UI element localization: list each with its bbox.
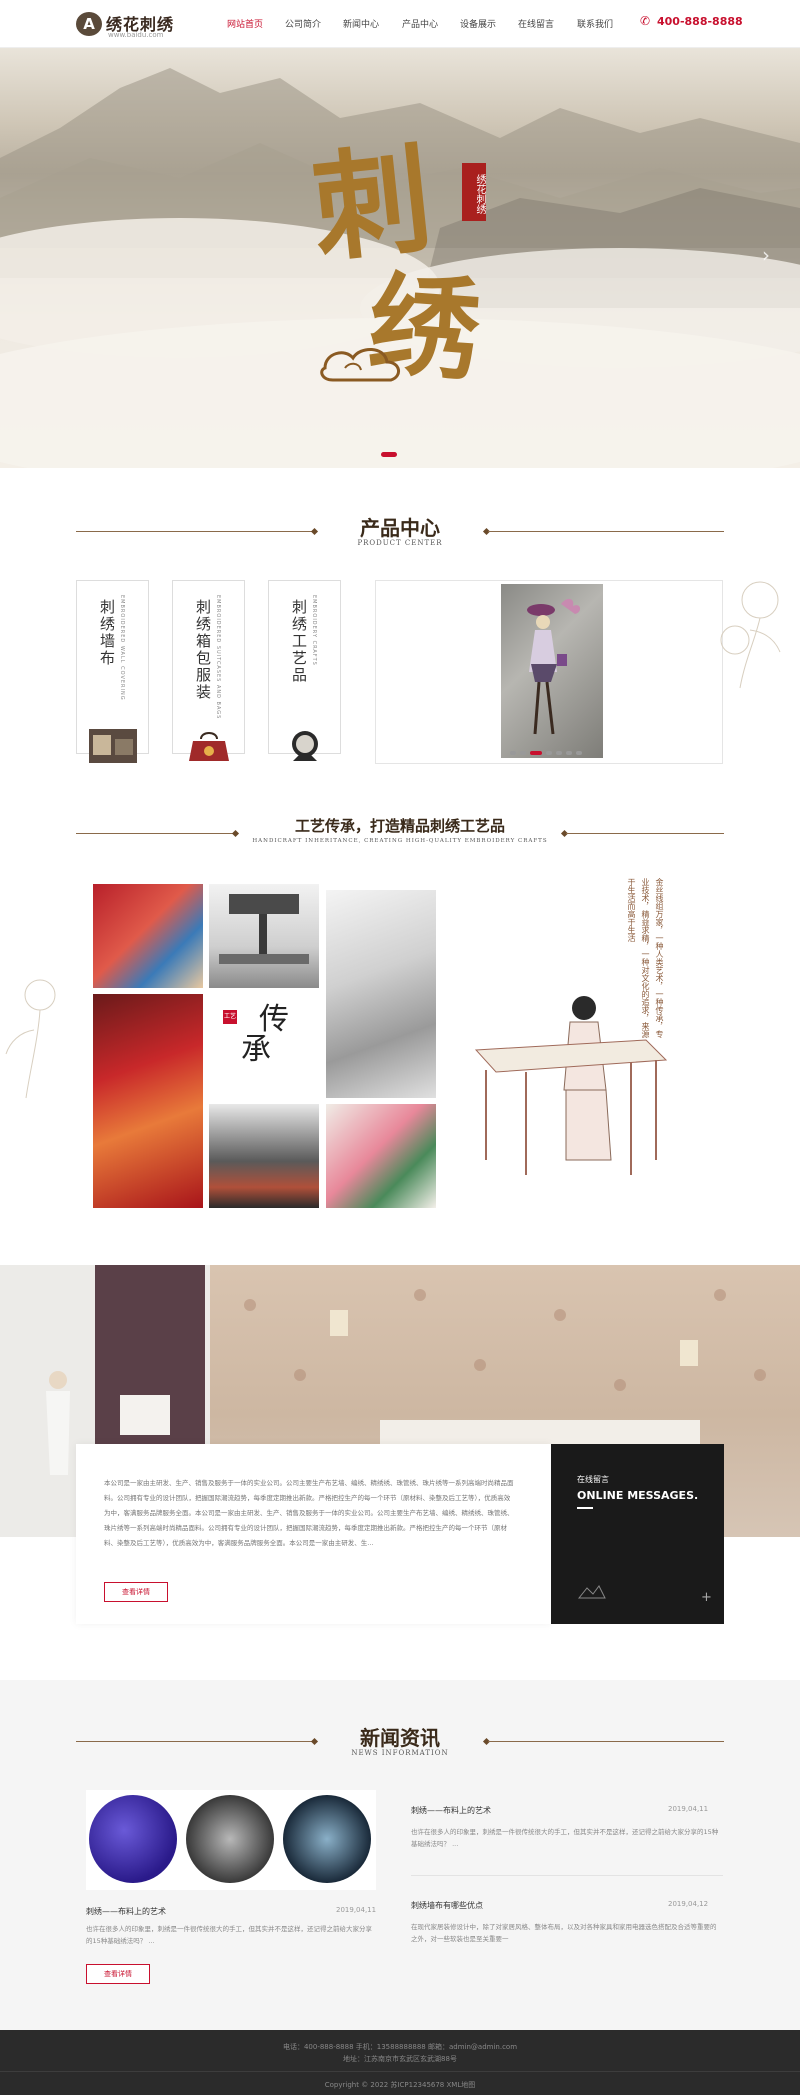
category-card-wall[interactable]: 刺绣墙布 EMBROIDERED WALL COVERING <box>76 580 149 763</box>
footer-contact: 电话：400-888-8888 手机：13588888888 邮箱：admin@… <box>282 2043 518 2051</box>
flower-sketch-decoration <box>720 581 781 689</box>
about-text: 本公司是一家由主研发、生产、销售及服务于一体的实业公司。公司主要生产布艺墙、编绣… <box>104 1479 514 1547</box>
news-embroidery-blue <box>89 1795 177 1883</box>
hero-banner: 刺 绣 绣花刺绣 › <box>0 48 800 468</box>
message-underline <box>577 1507 593 1509</box>
news-featured-date: 2019,04,11 <box>336 1906 377 1914</box>
news-item-date: 2019,04,11 <box>668 1805 709 1813</box>
news-details-button[interactable]: 查看详情 <box>86 1964 150 1984</box>
nav-news[interactable]: 新闻中心 <box>343 17 379 30</box>
nav-message[interactable]: 在线留言 <box>518 17 554 30</box>
nav-equipment[interactable]: 设备展示 <box>460 17 496 30</box>
inherit-seal: 工艺 <box>223 1010 237 1024</box>
site-header: A 绣花刺绣 www.baidu.com 网站首页 公司简介 新闻中心 产品中心… <box>0 0 800 48</box>
craft-photo-hands <box>93 884 203 988</box>
site-footer: 电话：400-888-8888 手机：13588888888 邮箱：admin@… <box>0 2030 800 2095</box>
craft-photo-equipment <box>326 890 436 1098</box>
news-item-title[interactable]: 刺绣——布料上的艺术 <box>411 1805 491 1816</box>
product-carousel[interactable] <box>375 580 723 764</box>
news-featured-title[interactable]: 刺绣——布料上的艺术 <box>86 1906 166 1917</box>
cloud-ornament-icon <box>320 348 400 382</box>
news-item-date: 2019,04,12 <box>668 1900 709 1908</box>
online-message-panel[interactable]: 在线留言 ONLINE MESSAGES. + <box>551 1444 724 1624</box>
logo-icon[interactable]: A <box>76 12 102 36</box>
section-title-news: 新闻资讯 <box>360 1726 440 1750</box>
carousel-dot[interactable] <box>566 751 572 755</box>
carousel-dot[interactable] <box>556 751 562 755</box>
phone-number: 400-888-8888 <box>657 15 743 28</box>
phone-icon: ✆ <box>640 14 651 28</box>
carousel-dot[interactable] <box>576 751 582 755</box>
category-card-bags[interactable]: 刺绣箱包服装 EMBROIDERED SUITCASES AND BAGS <box>172 580 245 761</box>
divider-diamond <box>310 527 319 536</box>
news-divider <box>411 1875 723 1876</box>
news-item-desc: 在现代家居装修设计中，除了对家居风格、整体布局，以及对各种家具和家用电器选色搭配… <box>411 1923 717 1943</box>
category-title: 刺绣工艺品 <box>290 599 308 684</box>
craft-side-text: 金丝线组万家，一种人类艺术，一种传承，专业技术，精益求精，一种对文化的追求，来源… <box>627 878 664 1038</box>
message-title: 在线留言 <box>577 1475 609 1484</box>
carousel-dot-active[interactable] <box>530 751 542 755</box>
category-title: 刺绣箱包服装 <box>194 599 212 701</box>
section-title-products: 产品中心 <box>360 516 440 540</box>
news-item-desc: 也许在很多人的印象里，刺绣是一件很传统很大的手工，但其实并不是这样，还记得之前给… <box>411 1828 719 1848</box>
divider-line <box>488 1741 724 1742</box>
divider-diamond <box>231 829 240 838</box>
craft-photo-machine <box>209 884 319 988</box>
product-image[interactable] <box>501 584 603 758</box>
craft-thumbnail-icon <box>292 731 318 761</box>
nav-products[interactable]: 产品中心 <box>402 17 438 30</box>
section-subtitle-craft: HANDICRAFT INHERITANCE, CREATING HIGH-QU… <box>252 838 548 844</box>
news-embroidery-gray <box>186 1795 274 1883</box>
section-subtitle-news: NEWS INFORMATION <box>351 1749 449 1757</box>
carousel-dot[interactable] <box>520 751 526 755</box>
divider-line <box>76 833 234 834</box>
wall-thumbnail-icon <box>89 729 137 763</box>
banner-seal: 绣花刺绣 <box>462 163 486 221</box>
news-embroidery-navy <box>283 1795 371 1883</box>
section-subtitle-products: PRODUCT CENTER <box>357 539 443 547</box>
footer-divider <box>0 2071 800 2072</box>
divider-line <box>76 1741 314 1742</box>
news-image[interactable] <box>86 1790 376 1890</box>
footer-copyright: Copyright © 2022 苏ICP12345678 XML地图 <box>324 2081 476 2089</box>
category-en: EMBROIDERED WALL COVERING <box>119 595 125 701</box>
inherit-char-2: 承 <box>241 1032 271 1067</box>
mountain-logo-icon <box>577 1585 606 1599</box>
about-details-button[interactable]: 查看详情 <box>104 1582 168 1602</box>
divider-line <box>76 531 314 532</box>
craft-photo-machines <box>209 1104 319 1208</box>
sewing-machine-icon <box>219 894 309 964</box>
logo-url: www.baidu.com <box>108 31 164 39</box>
category-en: EMBROIDERED SUITCASES AND BAGS <box>215 595 221 720</box>
bag-thumbnail-icon <box>189 732 229 761</box>
slider-dot-active[interactable] <box>381 452 397 457</box>
divider-line <box>566 833 724 834</box>
carousel-dot[interactable] <box>510 751 516 755</box>
divider-line <box>488 531 724 532</box>
chevron-right-icon[interactable]: › <box>762 243 770 267</box>
category-en: EMBROIDERY CRAFTS <box>311 595 317 666</box>
carousel-dot[interactable] <box>546 751 552 755</box>
nav-contact[interactable]: 联系我们 <box>577 17 613 30</box>
embroidered-figure <box>527 598 581 735</box>
about-panel: 本公司是一家由主研发、生产、销售及服务于一体的实业公司。公司主要生产布艺墙、编绣… <box>76 1444 551 1624</box>
category-card-crafts[interactable]: 刺绣工艺品 EMBROIDERY CRAFTS <box>268 580 341 761</box>
message-subtitle: ONLINE MESSAGES. <box>577 1489 699 1502</box>
news-featured-desc: 也许在很多人的印象里，刺绣是一件很传统很大的手工，但其实并不是这样，还记得之前给… <box>86 1925 372 1945</box>
footer-address: 地址：江苏南京市玄武区玄武湖88号 <box>343 2055 457 2063</box>
craft-inherit-panel: 工艺 传 承 <box>209 994 319 1098</box>
nav-about[interactable]: 公司简介 <box>285 17 321 30</box>
plus-icon[interactable]: + <box>701 1590 712 1605</box>
category-title: 刺绣墙布 <box>98 599 116 667</box>
news-item-title[interactable]: 刺绣墙布有哪些优点 <box>411 1900 483 1911</box>
craft-photo-embroidery-red <box>93 994 203 1208</box>
section-title-craft: 工艺传承，打造精品刺绣工艺品 <box>294 817 505 835</box>
nav-home[interactable]: 网站首页 <box>227 17 263 30</box>
craft-photo-peony <box>326 1104 436 1208</box>
flower-sketch-decoration <box>5 979 56 1099</box>
